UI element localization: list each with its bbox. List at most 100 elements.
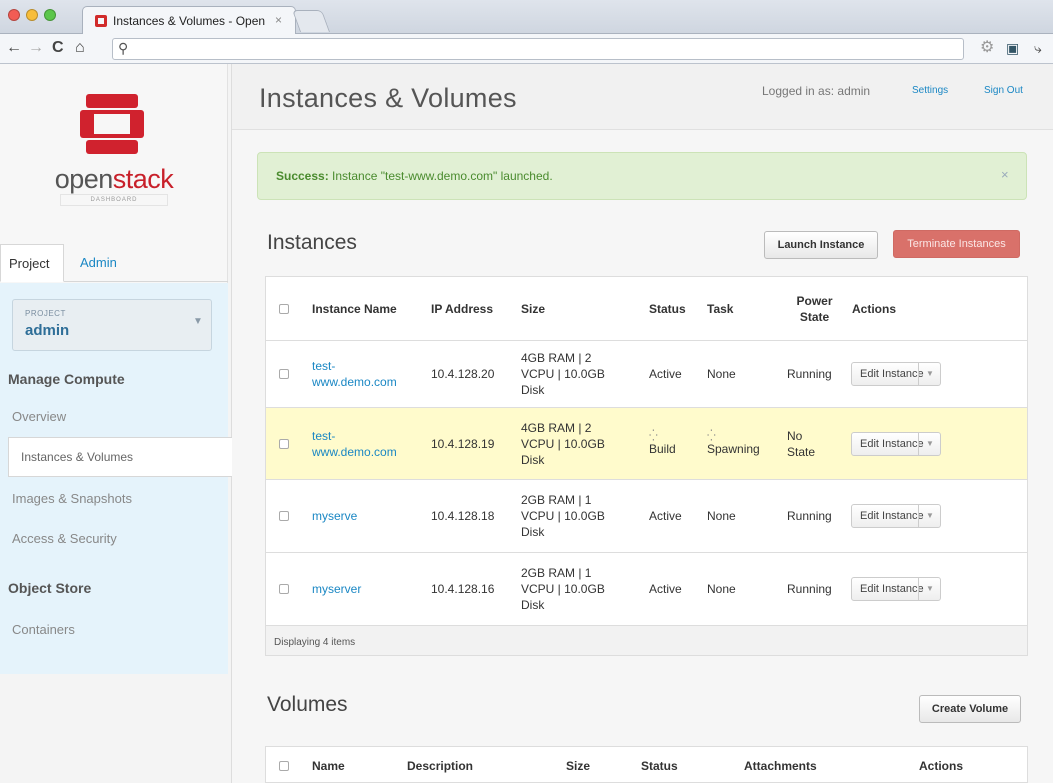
home-icon[interactable]: ⌂ (75, 39, 85, 57)
row-checkbox[interactable] (279, 511, 289, 521)
table-row: test-www.demo.com 10.4.128.20 4GB RAM | … (266, 341, 1027, 408)
tab-admin[interactable]: Admin (72, 244, 125, 282)
tab-title: Instances & Volumes - Open (113, 14, 266, 28)
spinner-icon: ⁛ (649, 429, 658, 442)
column-header-status[interactable]: Status (641, 747, 678, 783)
power-state: Running (787, 367, 832, 381)
section-object-store: Object Store (8, 580, 92, 596)
row-checkbox[interactable] (279, 584, 289, 594)
sidebar-item-overview[interactable]: Overview (12, 409, 66, 424)
sidebar-panel: openstack DASHBOARD Project Admin PROJEC… (0, 64, 234, 674)
table-header-row: Instance Name IP Address Size Status Tas… (266, 277, 1027, 341)
tab-project[interactable]: Project (0, 244, 64, 282)
instance-size: 4GB RAM | 2 VCPU | 10.0GB Disk (521, 420, 605, 467)
sidebar-item-containers[interactable]: Containers (12, 622, 75, 637)
volumes-heading: Volumes (267, 693, 348, 716)
dashboard-tabs: Project Admin (0, 244, 228, 282)
brand-name: openstack (54, 164, 174, 194)
table-row-highlighted: test-www.demo.com 10.4.128.19 4GB RAM | … (266, 408, 1027, 480)
instance-status: Active (649, 367, 682, 381)
sidebar: openstack DASHBOARD Project Admin PROJEC… (0, 64, 234, 783)
create-volume-button[interactable]: Create Volume (919, 695, 1021, 723)
edit-instance-button[interactable]: Edit Instance ▼ (851, 362, 941, 386)
alert-message: Success: Instance "test-www.demo.com" la… (276, 169, 553, 183)
instance-name-link[interactable]: myserver (312, 553, 417, 625)
column-header-ip[interactable]: IP Address (431, 277, 493, 340)
reload-icon[interactable]: C (52, 39, 64, 57)
edit-instance-button[interactable]: Edit Instance ▼ (851, 504, 941, 528)
wrench-icon[interactable]: ⤷ (1034, 39, 1042, 57)
extension-camera-icon[interactable]: ▣ (1006, 39, 1019, 57)
instance-size: 4GB RAM | 2 VCPU | 10.0GB Disk (521, 351, 605, 397)
column-header-actions: Actions (919, 758, 964, 773)
volumes-table: Name Description Size Status Attachments… (265, 746, 1028, 783)
tab-strip: Instances & Volumes - Open × (0, 0, 1053, 35)
logged-in-text: Logged in as: admin (762, 84, 871, 98)
column-header-power-state[interactable]: Power State (787, 277, 842, 340)
settings-link[interactable]: Settings (912, 85, 948, 96)
zoom-window-button[interactable] (44, 9, 56, 21)
select-all-checkbox[interactable] (279, 760, 289, 771)
spinner-icon: ⁛ (707, 429, 716, 442)
select-all-checkbox[interactable] (279, 303, 289, 314)
column-header-name[interactable]: Instance Name (312, 277, 397, 340)
search-icon: ⚲ (118, 40, 129, 56)
instance-task: None (707, 509, 736, 523)
edit-instance-button[interactable]: Edit Instance ▼ (851, 432, 941, 456)
minimize-window-button[interactable] (26, 9, 38, 21)
close-window-button[interactable] (8, 9, 20, 21)
instance-size: 2GB RAM | 1 VCPU | 10.0GB Disk (521, 566, 605, 612)
row-checkbox[interactable] (279, 438, 289, 449)
column-header-attachments[interactable]: Attachments (744, 747, 817, 783)
instance-task: ⁛ Spawning (707, 429, 760, 456)
page-header: Instances & Volumes Logged in as: admin … (232, 64, 1053, 130)
project-name: admin (25, 322, 70, 339)
terminate-instances-button[interactable]: Terminate Instances (893, 230, 1020, 258)
sidebar-item-images-snapshots[interactable]: Images & Snapshots (12, 491, 132, 506)
column-header-description[interactable]: Description (407, 747, 473, 783)
new-tab-button[interactable] (291, 10, 331, 32)
launch-instance-button[interactable]: Launch Instance (764, 231, 878, 259)
column-header-name[interactable]: Name (312, 747, 345, 783)
instance-task: None (707, 582, 736, 596)
instance-name-link[interactable]: test-www.demo.com (312, 341, 417, 407)
close-icon[interactable]: × (1001, 167, 1009, 182)
column-header-actions: Actions (852, 301, 897, 316)
instance-status: Active (649, 582, 682, 596)
forward-icon[interactable]: → (28, 39, 44, 57)
page-title: Instances & Volumes (259, 83, 517, 113)
sidebar-item-access-security[interactable]: Access & Security (12, 531, 117, 546)
chevron-down-icon[interactable]: ▼ (918, 433, 941, 455)
column-header-status[interactable]: Status (649, 277, 686, 340)
openstack-logo-icon (80, 94, 144, 154)
instances-heading: Instances (267, 231, 357, 254)
project-switcher[interactable]: PROJECT admin ▼ (12, 299, 212, 351)
column-header-task[interactable]: Task (707, 277, 733, 340)
back-icon[interactable]: ← (6, 39, 22, 57)
column-header-size[interactable]: Size (521, 277, 545, 340)
browser-window: Instances & Volumes - Open × ← → C ⌂ ⚲ ⚙… (0, 0, 1053, 783)
sidebar-item-instances-volumes[interactable]: Instances & Volumes (8, 437, 234, 477)
extension-gear-icon[interactable]: ⚙ (980, 39, 994, 57)
instance-name-link[interactable]: myserve (312, 480, 417, 552)
instance-status: Active (649, 509, 682, 523)
edit-instance-button[interactable]: Edit Instance ▼ (851, 577, 941, 601)
address-bar[interactable]: ⚲ (112, 38, 964, 60)
power-state: Running (787, 509, 832, 523)
chevron-down-icon[interactable]: ▼ (918, 578, 941, 600)
chevron-down-icon[interactable]: ▼ (918, 363, 941, 385)
sidebar-item-label: Instances & Volumes (21, 450, 134, 464)
instance-task: None (707, 367, 736, 381)
sign-out-link[interactable]: Sign Out (984, 85, 1023, 96)
tab-close-icon[interactable]: × (275, 13, 282, 27)
chevron-down-icon[interactable]: ▼ (918, 505, 941, 527)
column-header-size[interactable]: Size (566, 747, 590, 783)
browser-tab[interactable]: Instances & Volumes - Open × (82, 6, 296, 35)
favicon-icon (95, 15, 107, 27)
success-alert: Success: Instance "test-www.demo.com" la… (257, 152, 1027, 200)
row-checkbox[interactable] (279, 369, 289, 379)
table-footer: Displaying 4 items (266, 626, 1027, 655)
instance-name-link[interactable]: test-www.demo.com (312, 408, 417, 479)
instance-status: ⁛ Build (649, 429, 676, 456)
instance-size: 2GB RAM | 1 VCPU | 10.0GB Disk (521, 493, 605, 539)
